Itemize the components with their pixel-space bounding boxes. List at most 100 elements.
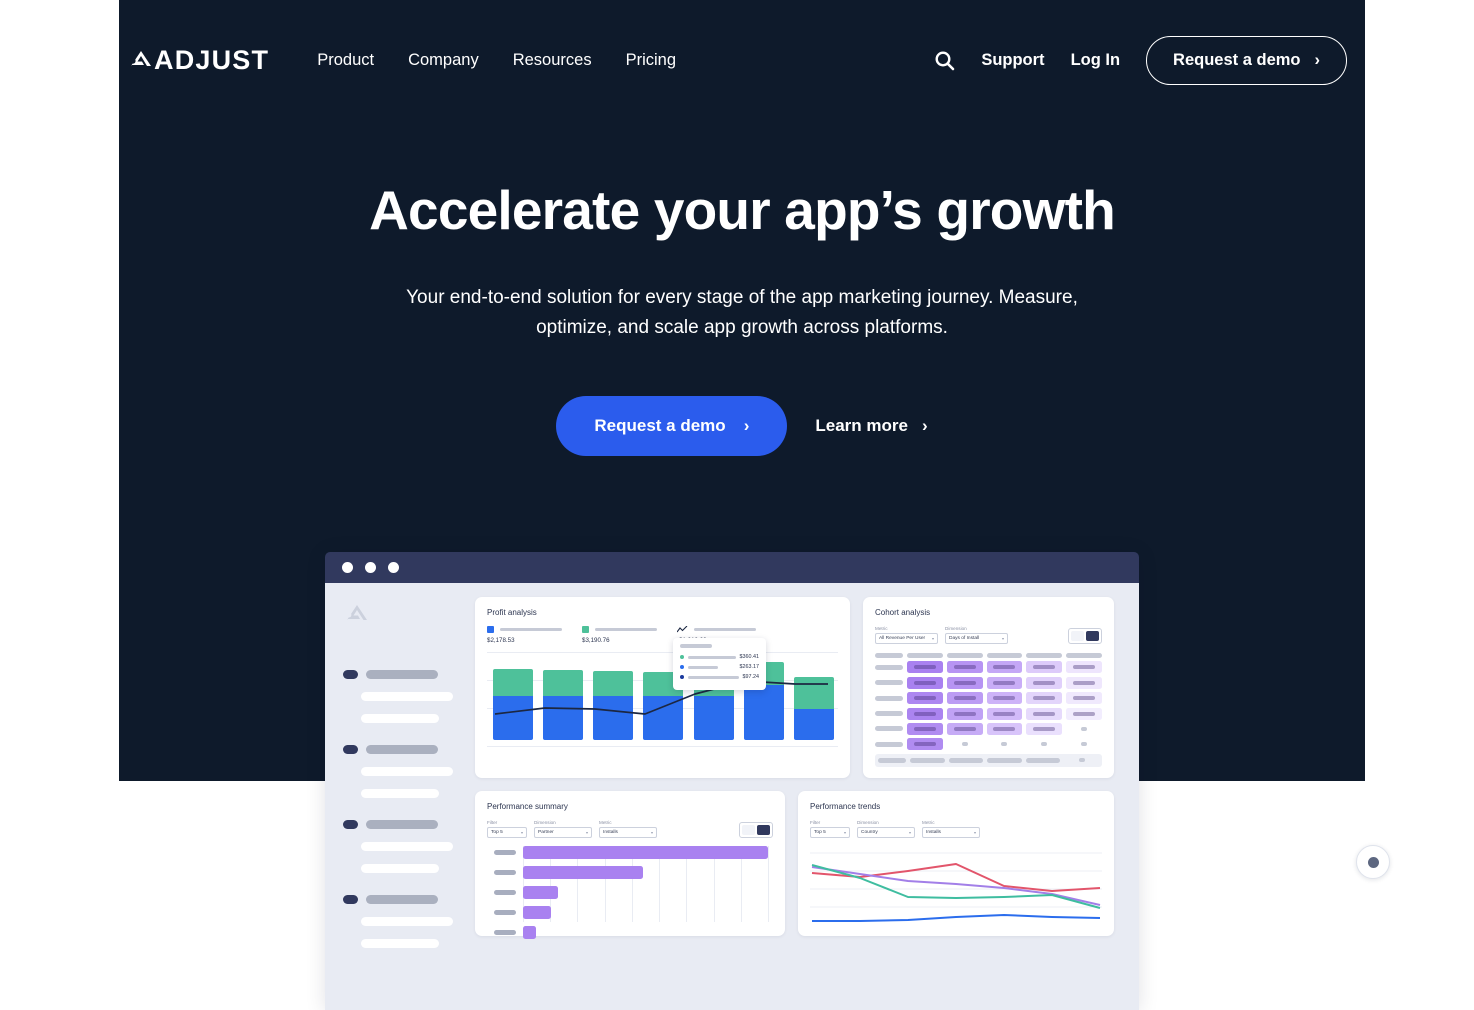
cohort-cell[interactable] (907, 738, 943, 751)
summary-bar-row[interactable] (487, 905, 773, 919)
sidebar-group[interactable] (343, 745, 457, 798)
cohort-cell[interactable] (946, 692, 983, 705)
chevron-down-icon: ▾ (1001, 636, 1004, 641)
cohort-cell[interactable] (907, 722, 943, 735)
summary-bar-row[interactable] (487, 865, 773, 879)
grid-view-icon[interactable] (1086, 631, 1099, 641)
sidebar-group-header[interactable] (343, 820, 457, 829)
summary-filter-box[interactable]: Top 5 ▾ (487, 826, 527, 838)
trends-metric-box[interactable]: Installs ▾ (922, 826, 980, 838)
cohort-metric-select[interactable]: Metric All Revenue Per User ▾ (875, 626, 938, 644)
bar-stack[interactable] (493, 669, 533, 740)
sidebar-sub-item[interactable] (361, 767, 453, 776)
learn-more-button[interactable]: Learn more › (815, 416, 927, 436)
cohort-total-value (1025, 757, 1061, 763)
cohort-cell[interactable] (1026, 661, 1063, 674)
sidebar-group[interactable] (343, 895, 457, 948)
legend-value-revenue: $3,190.76 (582, 637, 610, 644)
tooltip-row: $97.24 (680, 674, 759, 680)
sidebar-sub-item[interactable] (361, 714, 439, 723)
cohort-cell[interactable] (986, 692, 1023, 705)
nav-item-pricing[interactable]: Pricing (626, 51, 676, 70)
sidebar-group-label (366, 895, 438, 904)
cohort-cell[interactable] (986, 661, 1023, 674)
cohort-cell[interactable] (986, 676, 1023, 689)
bar-stack[interactable] (793, 677, 834, 740)
bar-segment-cost (643, 696, 684, 740)
brand-logo[interactable]: ADJUST (128, 45, 269, 75)
window-dot-maximize (388, 562, 399, 573)
summary-bar-chart (487, 845, 773, 939)
sidebar-sub-item[interactable] (361, 789, 439, 798)
trends-metric-select[interactable]: Metric Installs ▾ (922, 820, 980, 838)
table-view-icon[interactable] (742, 824, 755, 835)
sidebar-sub-item[interactable] (361, 842, 453, 851)
sidebar-sub-item[interactable] (361, 864, 439, 873)
cohort-cell[interactable] (907, 707, 943, 720)
summary-bar-row[interactable] (487, 885, 773, 899)
summary-bar-row[interactable] (487, 845, 773, 859)
cohort-cell[interactable] (1066, 661, 1102, 674)
sidebar-group-header[interactable] (343, 745, 457, 754)
cohort-dimension-box[interactable]: Days of Install ▾ (945, 633, 1008, 644)
cohort-cell[interactable] (946, 676, 983, 689)
tooltip-value: $97.24 (742, 674, 760, 680)
summary-metric-box[interactable]: Installs ▾ (599, 826, 657, 838)
summary-dimension-box[interactable]: Partner ▾ (534, 826, 592, 838)
table-view-icon[interactable] (1071, 631, 1084, 641)
trends-dimension-box[interactable]: Country ▾ (857, 826, 915, 838)
sidebar-group[interactable] (343, 820, 457, 873)
cohort-cell[interactable] (946, 722, 983, 735)
mockup-sidebar (325, 583, 475, 1010)
cohort-cell[interactable] (1026, 722, 1063, 735)
cohort-cell[interactable] (986, 722, 1023, 735)
cohort-cell[interactable] (907, 692, 943, 705)
cohort-cell[interactable] (946, 707, 983, 720)
sidebar-group-icon (343, 820, 358, 829)
cohort-cell[interactable] (1066, 707, 1102, 720)
cohort-cell[interactable] (986, 707, 1023, 720)
trends-dimension-select[interactable]: Dimension Country ▾ (857, 820, 915, 838)
cohort-cell[interactable] (1066, 676, 1102, 689)
nav-item-company[interactable]: Company (408, 51, 479, 70)
summary-filter-select[interactable]: Filter Top 5 ▾ (487, 820, 527, 838)
trends-filter-box[interactable]: Top 5 ▾ (810, 826, 850, 838)
sidebar-sub-item[interactable] (361, 917, 453, 926)
bar-stack[interactable] (543, 670, 584, 740)
summary-bar-row[interactable] (487, 925, 773, 939)
cohort-cell[interactable] (1026, 707, 1063, 720)
request-demo-button-nav[interactable]: Request a demo › (1146, 35, 1347, 85)
sidebar-group-header[interactable] (343, 895, 457, 904)
summary-metric-select[interactable]: Metric Installs ▾ (599, 820, 657, 838)
bar-stack[interactable] (593, 671, 634, 740)
floating-widget-button[interactable] (1356, 845, 1390, 879)
request-demo-hero-label: Request a demo (594, 416, 726, 436)
cohort-view-toggle[interactable] (1068, 628, 1102, 644)
nav-item-resources[interactable]: Resources (513, 51, 592, 70)
sidebar-sub-item[interactable] (361, 939, 439, 948)
search-icon[interactable] (934, 50, 955, 71)
cohort-cell[interactable] (1026, 676, 1063, 689)
trends-filter-select[interactable]: Filter Top 5 ▾ (810, 820, 850, 838)
sidebar-group[interactable] (343, 670, 457, 723)
sidebar-sub-item[interactable] (361, 692, 453, 701)
request-demo-button-hero[interactable]: Request a demo › (556, 396, 788, 457)
cohort-cell[interactable] (907, 676, 943, 689)
nav-item-product[interactable]: Product (317, 51, 374, 70)
summary-filter-value: Top 5 (491, 829, 503, 835)
cohort-header-row (875, 653, 1102, 658)
trends-controls: Filter Top 5 ▾ Dimension Country ▾ Metri… (810, 820, 1102, 838)
chart-view-icon[interactable] (757, 824, 770, 835)
cohort-metric-box[interactable]: All Revenue Per User ▾ (875, 633, 938, 644)
sidebar-group-header[interactable] (343, 670, 457, 679)
cohort-cell[interactable] (1026, 692, 1063, 705)
support-link[interactable]: Support (981, 51, 1044, 70)
login-link[interactable]: Log In (1071, 51, 1120, 70)
tooltip-row: $263.17 (680, 664, 759, 670)
cohort-dimension-select[interactable]: Dimension Days of Install ▾ (945, 626, 1008, 644)
cohort-cell[interactable] (946, 661, 983, 674)
cohort-cell[interactable] (1066, 692, 1102, 705)
cohort-cell[interactable] (907, 661, 943, 674)
summary-dimension-select[interactable]: Dimension Partner ▾ (534, 820, 592, 838)
summary-view-toggle[interactable] (739, 821, 773, 838)
